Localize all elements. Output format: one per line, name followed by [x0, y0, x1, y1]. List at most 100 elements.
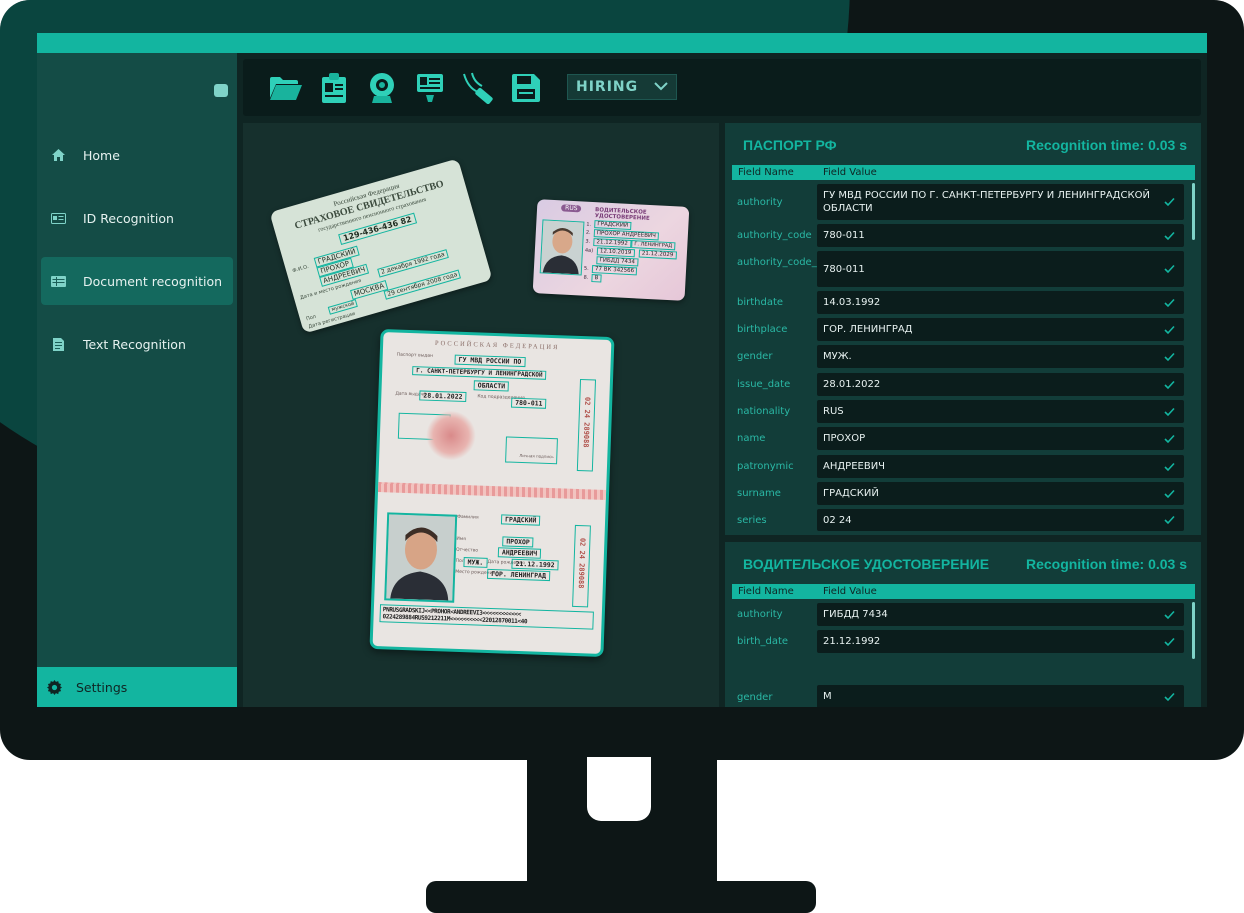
license-results-panel: ВОДИТЕЛЬСКОЕ УДОСТОВЕРЕНИЕ Recognition t…: [725, 542, 1201, 707]
check-icon: [1164, 610, 1175, 619]
license-num-4: 4а): [584, 247, 594, 255]
field-value-text: 28.01.2022: [823, 379, 881, 390]
passport-authority-3: ОБЛАСТИ: [473, 380, 510, 392]
check-icon: [1164, 462, 1175, 471]
check-icon: [1164, 692, 1175, 701]
passport-label-patronymic: Отчество: [455, 547, 479, 554]
scanner-wand-icon[interactable]: [461, 71, 495, 105]
sidebar-item-label: Text Recognition: [83, 336, 186, 352]
table-header: Field Name Field Value: [732, 584, 1195, 599]
field-name-label: series: [737, 515, 767, 526]
license-num-2: 2.: [585, 229, 591, 236]
field-name-label: gender: [737, 351, 773, 362]
field-value-input[interactable]: RUS: [817, 400, 1184, 423]
check-icon: [1164, 489, 1175, 498]
scrollbar[interactable]: [1192, 183, 1195, 240]
passport-stamp: [425, 409, 477, 462]
passport-label-name: Имя: [456, 536, 466, 543]
field-value-input[interactable]: ГРАДСКИЙ: [817, 482, 1184, 505]
sidebar-item-id-recognition[interactable]: ID Recognition: [41, 194, 233, 242]
field-name-label: nationality: [737, 406, 791, 417]
passport-gender: МУЖ.: [463, 557, 488, 568]
webcam-icon[interactable]: [365, 71, 399, 105]
sidebar-item-home[interactable]: Home: [41, 131, 233, 179]
sidebar-item-document-recognition[interactable]: Document recognition: [41, 257, 233, 305]
field-name-label: gender: [737, 692, 773, 703]
field-name-label: issue_date: [737, 379, 791, 390]
license-num-3: 3.: [585, 238, 591, 245]
column-field-value: Field Value: [823, 167, 877, 178]
panel-title: ПАСПОРТ РФ: [743, 137, 837, 153]
id-card-icon: [49, 212, 67, 224]
driver-license-image[interactable]: RUS ВОДИТЕЛЬСКОЕ УДОСТОВЕРЕНИЕ 1. ГРАДСК…: [532, 199, 690, 301]
id-card-scan-icon[interactable]: [413, 71, 447, 105]
passport-series-box-2: 02 24 289088: [572, 524, 591, 608]
field-value-input[interactable]: 02 24: [817, 509, 1184, 531]
check-icon: [1164, 231, 1175, 240]
field-value-text: 780-011: [823, 263, 865, 275]
stand-cutout: [587, 757, 651, 821]
field-value-text: ГРАДСКИЙ: [823, 488, 879, 499]
clipboard-id-icon[interactable]: [317, 71, 351, 105]
field-value-text: ПРОХОР: [823, 433, 866, 444]
passport-series-2: 02 24 289088: [576, 537, 587, 589]
settings-button[interactable]: Settings: [37, 667, 237, 707]
folder-open-icon[interactable]: [269, 71, 303, 105]
license-badge: RUS: [560, 204, 582, 213]
license-category: В: [591, 274, 602, 283]
check-icon: [1164, 298, 1175, 307]
field-name-label: authority_code_mrz: [737, 257, 836, 268]
passport-results-panel: ПАСПОРТ РФ Recognition time: 0.03 s Fiel…: [725, 123, 1201, 535]
check-icon: [1164, 407, 1175, 416]
field-value-input[interactable]: 28.01.2022: [817, 373, 1184, 396]
recognition-time: Recognition time: 0.03 s: [1025, 137, 1187, 153]
field-value-input[interactable]: M: [817, 685, 1184, 707]
license-photo: [539, 219, 585, 276]
passport-fold: [377, 482, 607, 500]
field-value-input[interactable]: ГУ МВД РОССИИ ПО Г. САНКТ-ПЕТЕРБУРГУ И Л…: [817, 184, 1184, 220]
passport-authority-1: ГУ МВД РОССИИ ПО: [454, 354, 526, 368]
insurance-certificate-image[interactable]: Российская Федерация СТРАХОВОЕ СВИДЕТЕЛЬ…: [269, 158, 493, 334]
field-value-input[interactable]: ГОР. ЛЕНИНГРАД: [817, 318, 1184, 341]
field-value-input[interactable]: МУЖ.: [817, 345, 1184, 368]
field-value-input[interactable]: 780-011: [817, 251, 1184, 287]
field-name-label: name: [737, 433, 766, 444]
insurance-reg-date: 29 сентября 2008 года: [383, 269, 462, 300]
text-document-icon: [49, 337, 67, 351]
sidebar-item-label: Home: [83, 147, 120, 163]
column-field-name: Field Name: [738, 586, 794, 597]
field-value-text: АНДРЕЕВИЧ: [823, 461, 886, 472]
field-name-label: surname: [737, 488, 781, 499]
check-icon: [1164, 380, 1175, 389]
sidebar: Home ID Recognition Document recognition…: [37, 53, 237, 707]
field-value-input[interactable]: АНДРЕЕВИЧ: [817, 455, 1184, 478]
column-field-value: Field Value: [823, 586, 877, 597]
check-icon: [1164, 352, 1175, 361]
passport-surname: ГРАДСКИЙ: [500, 514, 541, 526]
field-value-input[interactable]: 780-011: [817, 224, 1184, 247]
passport-birthplace: ГОР. ЛЕНИНГРАД: [486, 568, 551, 582]
field-value-text: 780-011: [823, 230, 865, 241]
passport-image[interactable]: РОССИЙСКАЯ ФЕДЕРАЦИЯ Паспорт выдан ГУ МВ…: [369, 329, 615, 657]
field-value-input[interactable]: ГИБДД 7434: [817, 603, 1184, 626]
title-bar: [37, 33, 1207, 53]
field-value-input[interactable]: 21.12.1992: [817, 630, 1184, 653]
save-icon[interactable]: [509, 71, 543, 105]
field-value-text: ГОР. ЛЕНИНГРАД: [823, 324, 913, 335]
profile-dropdown[interactable]: HIRING: [567, 74, 677, 100]
license-num-1: 1.: [586, 221, 592, 228]
passport-patronymic: АНДРЕЕВИЧ: [497, 547, 542, 559]
sidebar-toggle-icon[interactable]: [214, 84, 228, 97]
passport-label-issued: Паспорт выдан: [396, 352, 434, 359]
field-value-input[interactable]: 14.03.1992: [817, 291, 1184, 314]
gear-icon: [47, 679, 62, 695]
field-name-label: authority: [737, 609, 783, 620]
passport-header: РОССИЙСКАЯ ФЕДЕРАЦИЯ: [434, 339, 560, 352]
field-name-label: birth_date: [737, 636, 789, 647]
scrollbar[interactable]: [1192, 602, 1195, 659]
passport-code: 780-011: [510, 397, 547, 409]
sidebar-item-text-recognition[interactable]: Text Recognition: [41, 320, 233, 368]
field-value-input[interactable]: ПРОХОР: [817, 427, 1184, 450]
field-value-text: 21.12.1992: [823, 636, 881, 647]
field-value-text: ГИБДД 7434: [823, 609, 888, 620]
